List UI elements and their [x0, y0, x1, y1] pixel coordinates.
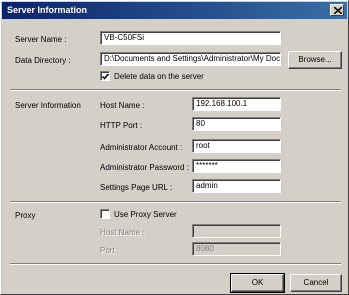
server-information-dialog: Server Information Server Name : VB-C50F…: [0, 0, 349, 295]
proxy-port-label: Port :: [100, 246, 120, 255]
proxy-host-name-label: Host Name :: [100, 228, 145, 237]
settings-page-url-input[interactable]: admin: [192, 179, 281, 193]
delete-data-label[interactable]: Delete data on the server: [114, 72, 204, 81]
separator: [10, 89, 341, 91]
server-name-input[interactable]: VB-C50FSi: [100, 31, 281, 45]
host-name-label: Host Name :: [100, 101, 145, 110]
delete-data-checkbox[interactable]: [100, 71, 110, 81]
data-directory-input[interactable]: D:\Documents and Settings\Administrator\…: [100, 52, 281, 66]
dialog-title: Server Information: [7, 5, 88, 15]
separator: [10, 201, 341, 203]
admin-account-input[interactable]: root: [192, 139, 281, 153]
proxy-port-input[interactable]: 8080: [192, 242, 281, 256]
separator: [10, 263, 341, 265]
host-name-input[interactable]: 192.168.100.1: [192, 97, 281, 111]
proxy-host-name-input[interactable]: [192, 224, 281, 238]
use-proxy-label[interactable]: Use Proxy Server: [114, 210, 177, 219]
admin-account-label: Administrator Account :: [100, 143, 183, 152]
server-name-label: Server Name :: [15, 35, 67, 44]
close-icon: [334, 7, 342, 14]
checkmark-icon: [102, 73, 109, 80]
settings-page-url-label: Settings Page URL :: [100, 183, 173, 192]
use-proxy-checkbox[interactable]: [100, 209, 110, 219]
proxy-section-label: Proxy: [15, 211, 36, 220]
http-port-input[interactable]: 80: [192, 117, 281, 131]
browse-button[interactable]: Browse...: [288, 51, 342, 69]
title-bar[interactable]: Server Information: [2, 2, 347, 19]
close-button[interactable]: [330, 4, 344, 16]
data-directory-label: Data Directory :: [15, 56, 71, 65]
http-port-label: HTTP Port :: [100, 121, 143, 130]
server-information-section-label: Server Information: [15, 101, 81, 110]
admin-password-input[interactable]: *******: [192, 159, 281, 173]
admin-password-label: Administrator Password :: [100, 163, 189, 172]
cancel-button[interactable]: Cancel: [290, 274, 342, 292]
ok-button[interactable]: OK: [230, 273, 285, 293]
